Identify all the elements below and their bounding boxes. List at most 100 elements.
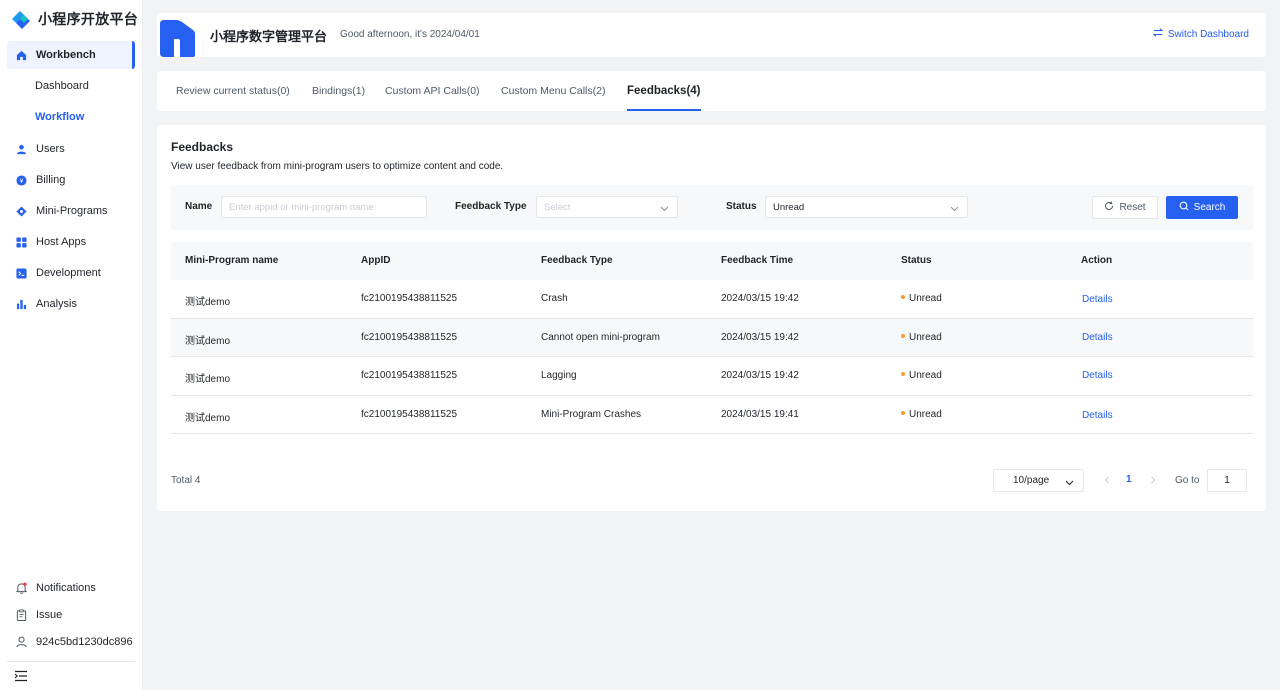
terminal-icon xyxy=(15,267,27,279)
tab-review-status[interactable]: Review current status(0) xyxy=(176,71,290,111)
chevron-down-icon xyxy=(950,204,959,215)
sidebar: 小程序开放平台 Workbench Dashboard Workflow Use… xyxy=(0,0,143,690)
switch-dashboard-button[interactable]: Switch Dashboard xyxy=(1152,28,1249,40)
sidebar-issue[interactable]: Issue xyxy=(7,604,135,626)
tab-custom-api-calls[interactable]: Custom API Calls(0) xyxy=(385,71,480,111)
cell-name: 测试demo xyxy=(185,335,231,347)
sidebar-item-label: Mini-Programs xyxy=(36,205,108,217)
search-button[interactable]: Search xyxy=(1166,196,1238,219)
search-icon xyxy=(1179,201,1189,214)
details-link[interactable]: Details xyxy=(1082,294,1113,305)
sidebar-item-label: Host Apps xyxy=(36,236,87,248)
cell-appid: fc2100195438811525 xyxy=(361,293,458,304)
cell-type: Mini-Program Crashes xyxy=(541,408,642,420)
home-icon xyxy=(15,49,27,61)
reset-button[interactable]: Reset xyxy=(1092,196,1158,219)
page-size-select[interactable]: 10/page xyxy=(993,469,1084,492)
cell-name: 测试demo xyxy=(185,412,231,424)
sidebar-item-analysis[interactable]: Analysis xyxy=(7,290,135,318)
mini-program-icon xyxy=(15,205,27,217)
sidebar-item-billing[interactable]: ¥ Billing xyxy=(7,166,135,194)
tab-bindings[interactable]: Bindings(1) xyxy=(312,71,365,111)
sidebar-divider xyxy=(7,661,135,662)
status-dot-icon xyxy=(901,372,905,377)
cell-time: 2024/03/15 19:41 xyxy=(721,408,799,420)
cell-type: Lagging xyxy=(541,370,577,381)
status-select-value: Unread xyxy=(773,201,805,213)
prev-page-icon[interactable] xyxy=(1102,474,1112,486)
name-search-input[interactable] xyxy=(221,196,427,218)
next-page-icon[interactable] xyxy=(1148,474,1158,486)
cell-status: Unread xyxy=(901,370,942,381)
status-text: Unread xyxy=(909,408,942,420)
bar-chart-icon xyxy=(15,298,27,310)
sidebar-item-development[interactable]: Development xyxy=(7,259,135,287)
sidebar-bottom-label: Issue xyxy=(36,609,63,621)
tab-bar: Review current status(0) Bindings(1) Cus… xyxy=(157,71,1266,111)
column-header: Mini-Program name xyxy=(185,255,279,266)
status-text: Unread xyxy=(909,370,942,381)
feedback-type-label: Feedback Type xyxy=(455,201,527,212)
brand[interactable]: 小程序开放平台 xyxy=(10,8,138,30)
sidebar-item-host-apps[interactable]: Host Apps xyxy=(7,228,135,256)
cell-status: Unread xyxy=(901,409,942,420)
sidebar-item-users[interactable]: Users xyxy=(7,135,135,163)
section-title: Feedbacks xyxy=(171,140,234,154)
brand-title: 小程序开放平台 xyxy=(38,11,139,27)
cell-time: 2024/03/15 19:42 xyxy=(721,370,799,381)
table-row: 测试demo fc2100195438811525 Mini-Program C… xyxy=(171,396,1253,434)
sidebar-bottom-label: 924c5bd1230dc896 xyxy=(36,636,133,648)
status-dot-icon xyxy=(901,410,905,415)
sidebar-item-label: Workbench xyxy=(36,49,96,61)
sidebar-subitem-dashboard[interactable]: Dashboard xyxy=(35,80,89,92)
user-outline-icon xyxy=(15,636,27,648)
cell-status: Unread xyxy=(901,293,942,304)
sidebar-item-mini-programs[interactable]: Mini-Programs xyxy=(7,197,135,225)
details-link[interactable]: Details xyxy=(1082,410,1113,421)
brand-logo-icon xyxy=(10,9,32,29)
section-description: View user feedback from mini-program use… xyxy=(171,161,504,172)
collapse-menu-icon[interactable] xyxy=(14,670,28,682)
table-row: 测试demo fc2100195438811525 Cannot open mi… xyxy=(171,318,1253,357)
swap-icon xyxy=(1152,28,1164,40)
status-filter-label: Status xyxy=(726,201,757,212)
cell-name: 测试demo xyxy=(185,374,231,385)
feedbacks-card: Feedbacks View user feedback from mini-p… xyxy=(157,125,1266,511)
bell-icon xyxy=(15,582,27,594)
page-number-current[interactable]: 1 xyxy=(1126,474,1132,485)
column-header: Action xyxy=(1081,255,1113,266)
greeting-text: Good afternoon, it's 2024/04/01 xyxy=(340,29,480,40)
switch-dashboard-label: Switch Dashboard xyxy=(1167,28,1249,40)
feedback-table: Mini-Program name AppID Feedback Type Fe… xyxy=(171,242,1253,434)
sidebar-item-workbench[interactable]: Workbench xyxy=(7,41,135,69)
cell-time: 2024/03/15 19:42 xyxy=(721,293,799,304)
cell-type: Cannot open mini-program xyxy=(541,331,660,343)
refresh-icon xyxy=(1104,201,1114,214)
tab-custom-menu-calls[interactable]: Custom Menu Calls(2) xyxy=(501,71,605,111)
column-header: Feedback Type xyxy=(541,255,613,266)
status-dot-icon xyxy=(901,333,905,338)
cell-appid: fc2100195438811525 xyxy=(361,331,458,343)
app-logo-icon xyxy=(159,17,195,57)
sidebar-notifications[interactable]: Notifications xyxy=(7,577,135,599)
details-link[interactable]: Details xyxy=(1082,370,1113,381)
header-card: 小程序数字管理平台 Good afternoon, it's 2024/04/0… xyxy=(157,13,1266,57)
app-name: 小程序数字管理平台 xyxy=(210,29,328,44)
goto-page-input[interactable] xyxy=(1207,469,1247,492)
sidebar-bottom-label: Notifications xyxy=(36,582,96,594)
cell-appid: fc2100195438811525 xyxy=(361,408,458,420)
feedback-type-select[interactable]: Select xyxy=(536,196,678,218)
search-label: Search xyxy=(1193,202,1226,213)
column-header: Status xyxy=(901,255,932,266)
status-select[interactable]: Unread xyxy=(765,196,968,218)
sidebar-subitem-workflow[interactable]: Workflow xyxy=(35,111,84,123)
feedback-type-placeholder: Select xyxy=(544,201,571,213)
tab-feedbacks[interactable]: Feedbacks(4) xyxy=(627,71,701,111)
details-link[interactable]: Details xyxy=(1082,332,1113,343)
cell-type: Crash xyxy=(541,293,568,304)
billing-icon: ¥ xyxy=(15,174,27,186)
cell-appid: fc2100195438811525 xyxy=(361,370,458,381)
total-count: Total 4 xyxy=(171,475,201,486)
cell-name: 测试demo xyxy=(185,297,231,308)
sidebar-account[interactable]: 924c5bd1230dc896 xyxy=(7,631,135,653)
